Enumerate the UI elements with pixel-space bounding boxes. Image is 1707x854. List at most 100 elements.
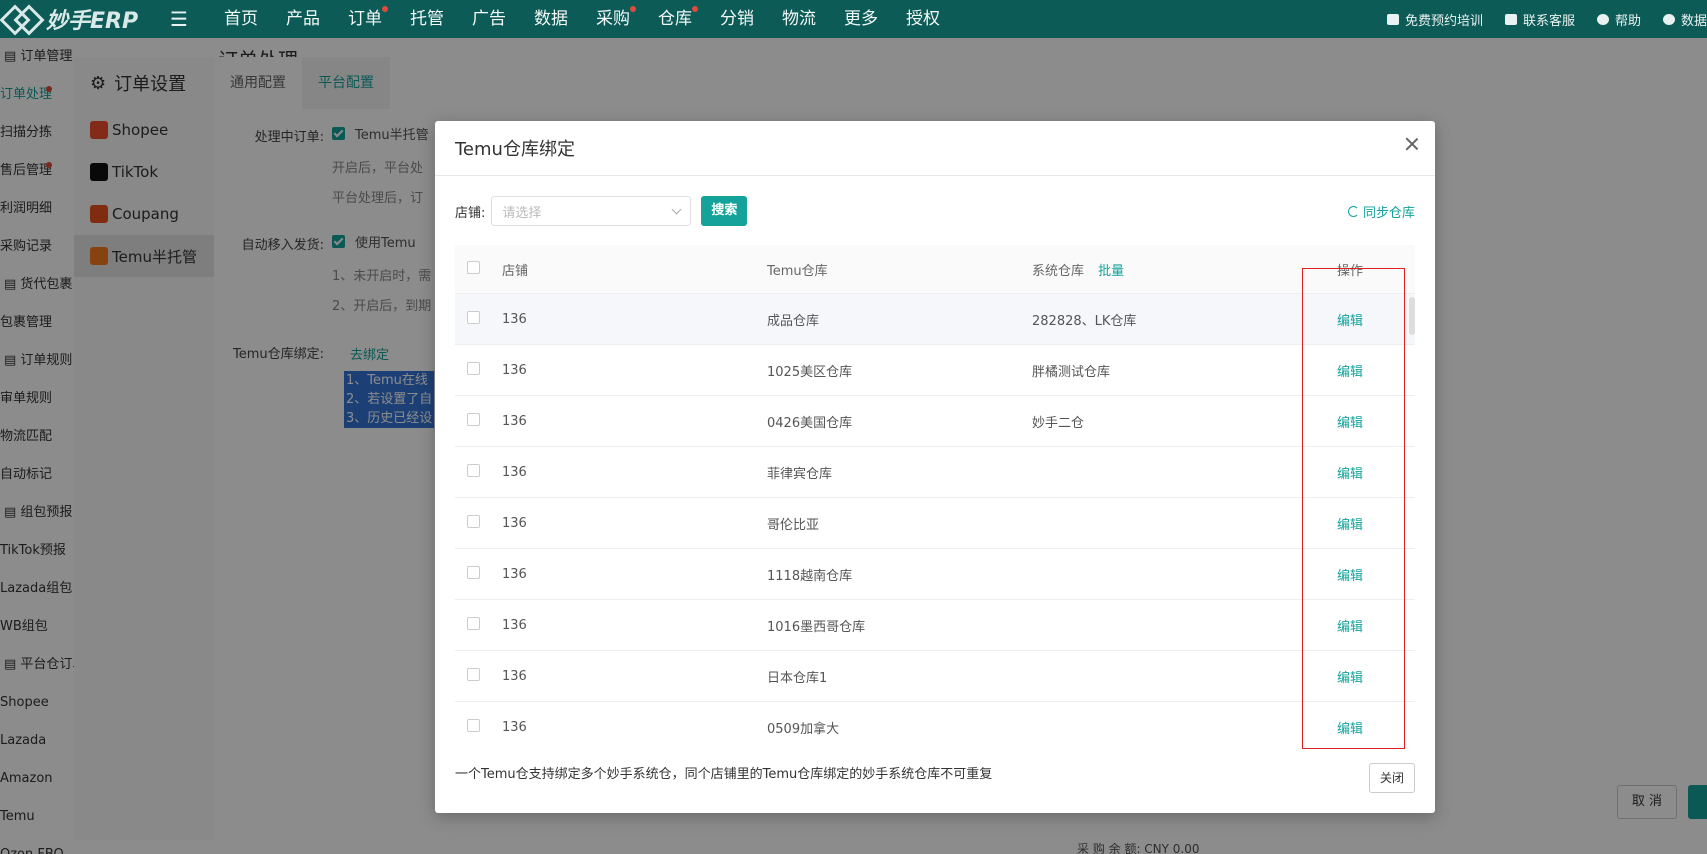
row-checkbox[interactable] <box>467 463 480 477</box>
table-cell: 136 <box>502 363 767 378</box>
select-all-checkbox[interactable] <box>467 260 480 274</box>
col-system-warehouse: 系统仓库 批量 <box>1032 263 1125 279</box>
logo[interactable]: 妙手ERP <box>0 3 170 35</box>
col-store: 店铺 <box>502 263 529 279</box>
nav-item[interactable]: 分销 <box>706 0 768 38</box>
cell-temu-warehouse: 1118越南仓库 <box>767 568 853 584</box>
cell-checkbox <box>455 667 502 685</box>
table-cell: 哥伦比亚 <box>767 514 1032 533</box>
search-button[interactable]: 搜索 <box>701 196 748 226</box>
table-header: 店铺 Temu仓库 系统仓库 批量 操作 <box>455 245 1415 294</box>
modal-title: Temu仓库绑定 <box>455 139 575 160</box>
row-checkbox[interactable] <box>467 718 480 732</box>
row-checkbox[interactable] <box>467 412 480 426</box>
table-row: 136 1025美区仓库 胖橘测试仓库 编辑 <box>455 345 1415 396</box>
cell-checkbox <box>455 463 502 481</box>
table-cell: 日本仓库1 <box>767 667 1032 686</box>
menu-toggle-icon[interactable]: ☰ <box>170 7 200 31</box>
table-cell: 136 <box>502 414 767 429</box>
logo-icon <box>4 6 40 32</box>
table-cell: 136 <box>502 720 767 735</box>
table-cell: 成品仓库 <box>767 310 1032 329</box>
cell-store: 136 <box>502 413 527 429</box>
row-checkbox[interactable] <box>467 514 480 528</box>
nav-item[interactable]: 物流 <box>768 0 830 38</box>
table-row: 136 成品仓库 282828、LK仓库 编辑 <box>455 294 1415 345</box>
nav-item[interactable]: 更多 <box>830 0 892 38</box>
cell-store: 136 <box>502 311 527 327</box>
nav-item[interactable]: 仓库 <box>644 0 706 38</box>
help-link[interactable]: 帮助 <box>1596 10 1641 29</box>
table-row: 136 0509加拿大 编辑 <box>455 702 1415 739</box>
table-cell: 菲律宾仓库 <box>767 463 1032 482</box>
table-row: 136 1118越南仓库 编辑 <box>455 549 1415 600</box>
cell-temu-warehouse: 菲律宾仓库 <box>767 466 833 482</box>
table-cell: 1016墨西哥仓库 <box>767 616 1032 635</box>
store-select[interactable]: 请选择 <box>491 196 692 226</box>
training-link[interactable]: 免费预约培训 <box>1386 10 1483 29</box>
cell-store: 136 <box>502 566 527 582</box>
row-checkbox[interactable] <box>467 616 480 630</box>
nav-item[interactable]: 广告 <box>458 0 520 38</box>
cell-system-warehouse: 282828、LK仓库 <box>1032 313 1137 329</box>
cell-system-warehouse: 妙手二仓 <box>1032 415 1085 431</box>
table-cell: 136 <box>502 312 767 327</box>
nav-item[interactable]: 授权 <box>892 0 954 38</box>
table-cell: 0509加拿大 <box>767 718 1032 737</box>
nav-item[interactable]: 首页 <box>210 0 272 38</box>
warehouse-table: 店铺 Temu仓库 系统仓库 批量 操作 136 成品仓库 282828、LK仓库编… <box>455 245 1415 739</box>
table-row: 136 日本仓库1 编辑 <box>455 651 1415 702</box>
table-cell: 0426美国仓库 <box>767 412 1032 431</box>
cell-temu-warehouse: 哥伦比亚 <box>767 517 820 533</box>
cell-system-warehouse: 胖橘测试仓库 <box>1032 364 1111 380</box>
footer-note: 一个Temu仓支持绑定多个妙手系统仓，同个店铺里的Temu仓库绑定的妙手系统仓库… <box>455 767 993 782</box>
modal-header: Temu仓库绑定 <box>435 121 1435 176</box>
dashboard-icon <box>1662 13 1675 25</box>
col-temu-warehouse: Temu仓库 <box>767 263 828 279</box>
cell-temu-warehouse: 0509加拿大 <box>767 721 840 737</box>
table-scrollbar[interactable] <box>1409 297 1415 335</box>
row-checkbox[interactable] <box>467 565 480 579</box>
row-checkbox[interactable] <box>467 361 480 375</box>
message-icon <box>1504 13 1517 25</box>
chevron-down-icon <box>671 204 682 214</box>
data-link[interactable]: 数据 <box>1662 10 1707 29</box>
cell-temu-warehouse: 0426美国仓库 <box>767 415 853 431</box>
row-checkbox[interactable] <box>467 667 480 681</box>
table-cell: 136 <box>502 618 767 633</box>
sync-warehouse-link[interactable]: 同步仓库 <box>1347 202 1415 221</box>
cell-store: 136 <box>502 719 527 735</box>
table-cell: 136 <box>502 669 767 684</box>
chat-icon <box>1386 13 1399 25</box>
logo-text: 妙手ERP <box>46 9 139 34</box>
cell-store: 136 <box>502 464 527 480</box>
cell-checkbox <box>455 514 502 532</box>
nav-item[interactable]: 采购 <box>582 0 644 38</box>
store-select-placeholder: 请选择 <box>502 205 542 221</box>
nav-item[interactable]: 订单 <box>334 0 396 38</box>
main-nav: 首页 产品 订单 托管 广告 数据 采购 仓库 分销 物流 更多 授权 <box>210 0 954 38</box>
highlight-box <box>1302 268 1405 749</box>
top-nav: 妙手ERP ☰ 首页 产品 订单 托管 广告 数据 采购 仓库 分销 物流 更多 授权 免费预约培训 … <box>0 0 1707 38</box>
close-icon[interactable] <box>1405 137 1419 151</box>
store-filter-label: 店铺: <box>455 205 486 221</box>
cell-temu-warehouse: 1016墨西哥仓库 <box>767 619 866 635</box>
nav-item[interactable]: 数据 <box>520 0 582 38</box>
nav-item[interactable]: 产品 <box>272 0 334 38</box>
cell-checkbox <box>455 565 502 583</box>
close-button[interactable]: 关闭 <box>1368 763 1415 793</box>
table-row: 136 1016墨西哥仓库 编辑 <box>455 600 1415 651</box>
cell-store: 136 <box>502 515 527 531</box>
notification-dot <box>630 6 636 12</box>
support-link[interactable]: 联系客服 <box>1504 10 1575 29</box>
nav-right: 免费预约培训 联系客服 帮助 数据 <box>1386 10 1707 29</box>
nav-item[interactable]: 托管 <box>396 0 458 38</box>
table-cell: 妙手二仓 <box>1032 412 1337 431</box>
row-checkbox[interactable] <box>467 310 480 324</box>
temu-warehouse-binding-modal: Temu仓库绑定 店铺: 请选择 搜索 同步仓库 店铺 Temu仓库 系统仓库 … <box>435 121 1435 813</box>
batch-link[interactable]: 批量 <box>1098 264 1124 279</box>
cell-checkbox <box>455 412 502 430</box>
cell-checkbox <box>455 310 502 328</box>
filter-row: 店铺: 请选择 搜索 同步仓库 <box>455 196 1415 226</box>
table-cell: 1118越南仓库 <box>767 565 1032 584</box>
